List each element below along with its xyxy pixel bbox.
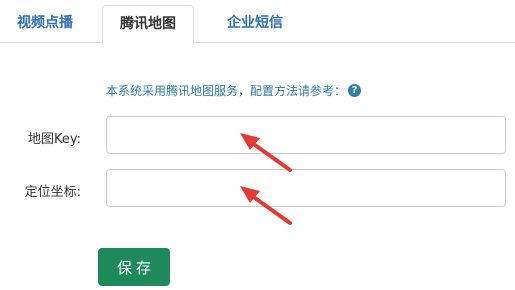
map-key-input[interactable] xyxy=(106,116,506,154)
save-button[interactable]: 保存 xyxy=(98,248,170,286)
tab-tencent-map[interactable]: 腾讯地图 xyxy=(102,5,194,43)
coordinate-label: 定位坐标: xyxy=(24,185,81,200)
tab-bar: 视频点播 腾讯地图 企业短信 xyxy=(0,0,515,43)
config-info: 本系统采用腾讯地图服务，配置方法请参考：? xyxy=(106,82,362,99)
config-info-text: 本系统采用腾讯地图服务，配置方法请参考： xyxy=(106,84,347,98)
question-circle-icon[interactable]: ? xyxy=(348,84,362,97)
tab-video-on-demand[interactable]: 视频点播 xyxy=(0,5,90,42)
map-key-label: 地图Key: xyxy=(27,132,81,147)
tab-enterprise-sms[interactable]: 企业短信 xyxy=(210,5,300,42)
coordinate-input[interactable] xyxy=(106,169,506,207)
